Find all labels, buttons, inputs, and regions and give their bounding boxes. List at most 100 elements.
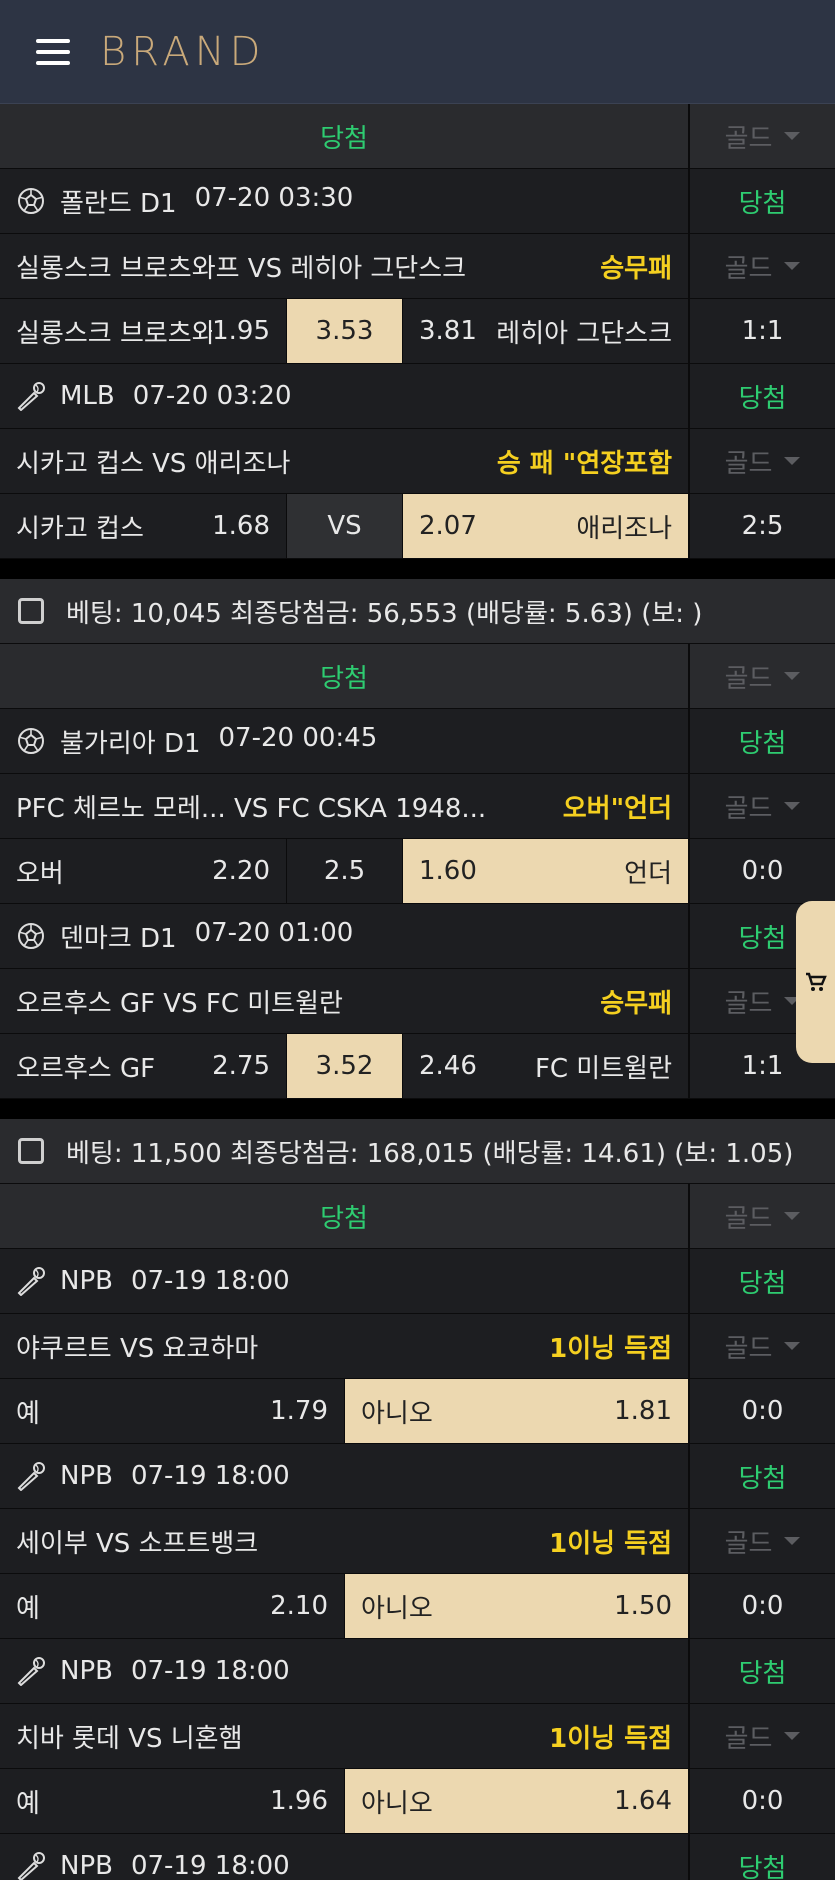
away-odds-cell[interactable]: 2.07 애리조나 bbox=[403, 494, 688, 558]
league-row: NPB 07-19 18:00 당첨 bbox=[0, 1639, 835, 1704]
no-odds-cell[interactable]: 아니오 1.50 bbox=[345, 1574, 688, 1638]
away-odds: 2.46 bbox=[419, 1051, 477, 1081]
match-row: 시카고 컵스 VS 애리조나 승 패 "연장포함 골드 bbox=[0, 429, 835, 494]
draw-odds-cell[interactable]: VS bbox=[287, 494, 403, 558]
result-row: 당첨 골드 bbox=[0, 1184, 835, 1249]
home-team: 시카고 컵스 bbox=[16, 513, 144, 544]
match-row: 야쿠르트 VS 요코하마 1이닝 득점 골드 bbox=[0, 1314, 835, 1379]
gold-dropdown[interactable]: 골드 bbox=[690, 234, 835, 298]
yes-label: 예 bbox=[16, 1398, 40, 1429]
result-row: 당첨 골드 bbox=[0, 644, 835, 709]
yes-odds-cell[interactable]: 예 1.96 bbox=[0, 1769, 345, 1833]
gold-dropdown[interactable]: 골드 bbox=[690, 1184, 835, 1248]
gold-dropdown[interactable]: 골드 bbox=[690, 1704, 835, 1768]
no-odds-cell[interactable]: 아니오 1.81 bbox=[345, 1379, 688, 1443]
top-bar: BRAND bbox=[0, 0, 835, 104]
home-odds-cell[interactable]: 오르후스 GF 2.75 bbox=[0, 1034, 287, 1098]
odds-cells: 오버 2.20 2.5 1.60 언더 bbox=[0, 839, 690, 903]
odds-row: 시카고 컵스 1.68 VS 2.07 애리조나 2:5 bbox=[0, 494, 835, 559]
group-separator bbox=[0, 1099, 835, 1119]
match-row: 치바 롯데 VS 니혼햄 1이닝 득점 골드 bbox=[0, 1704, 835, 1769]
gold-select[interactable]: 골드 bbox=[725, 1198, 801, 1235]
match-row: 오르후스 GF VS FC 미트윌란 승무패 골드 bbox=[0, 969, 835, 1034]
gold-dropdown[interactable]: 골드 bbox=[690, 644, 835, 708]
gold-select[interactable]: 골드 bbox=[725, 1328, 801, 1365]
away-odds-cell[interactable]: 1.60 언더 bbox=[403, 839, 688, 903]
match-title: 세이부 VS 소프트뱅크 bbox=[16, 1528, 259, 1559]
match-info: 오르후스 GF VS FC 미트윌란 승무패 bbox=[0, 969, 690, 1033]
status-badge: 당첨 bbox=[738, 1658, 787, 1689]
yes-odds-cell[interactable]: 예 1.79 bbox=[0, 1379, 345, 1443]
match-time: 07-20 01:00 bbox=[194, 917, 354, 948]
bet-summary-text: 베팅: 11,500 최종당첨금: 168,015 (배당률: 14.61) (… bbox=[66, 1138, 794, 1169]
gold-label: 골드 bbox=[724, 793, 773, 824]
home-team: 실롱스크 브로츠와프 bbox=[16, 318, 213, 349]
gold-label: 골드 bbox=[724, 988, 773, 1019]
brand-logo[interactable]: BRAND bbox=[100, 29, 265, 75]
league-row: 덴마크 D1 07-20 01:00 당첨 bbox=[0, 904, 835, 969]
gold-select[interactable]: 골드 bbox=[725, 1523, 801, 1560]
gold-dropdown[interactable]: 골드 bbox=[690, 1314, 835, 1378]
gold-select[interactable]: 골드 bbox=[725, 658, 801, 695]
league-text: NPB 07-19 18:00 bbox=[60, 1851, 290, 1880]
away-team: FC 미트윌란 bbox=[534, 1053, 672, 1084]
league-text: 불가리아 D1 07-20 00:45 bbox=[60, 723, 377, 760]
cart-button[interactable] bbox=[796, 901, 835, 1063]
away-odds-cell[interactable]: 3.81 레히아 그단스크 bbox=[403, 299, 688, 363]
yes-label: 예 bbox=[16, 1788, 40, 1819]
gold-select[interactable]: 골드 bbox=[725, 248, 801, 285]
home-odds-cell[interactable]: 오버 2.20 bbox=[0, 839, 287, 903]
bet-type: 승무패 bbox=[600, 253, 672, 284]
odds-row: 실롱스크 브로츠와프1.953.533.81레히아 그단스크1:1 bbox=[0, 299, 835, 364]
gold-label: 골드 bbox=[724, 1723, 773, 1754]
away-team: 언더 bbox=[624, 858, 672, 889]
no-odds: 1.64 bbox=[614, 1786, 672, 1816]
odds-cells: 실롱스크 브로츠와프1.953.533.81레히아 그단스크 bbox=[0, 299, 690, 363]
bet-type: 1이닝 득점 bbox=[549, 1528, 672, 1559]
result-status: 당첨 bbox=[0, 1184, 690, 1248]
gold-dropdown[interactable]: 골드 bbox=[690, 774, 835, 838]
yes-odds-cell[interactable]: 예 2.10 bbox=[0, 1574, 345, 1638]
home-odds: 1.68 bbox=[212, 511, 270, 541]
draw-odds-cell[interactable]: 2.5 bbox=[287, 839, 403, 903]
score: 0:0 bbox=[741, 1591, 784, 1621]
home-odds-cell[interactable]: 실롱스크 브로츠와프1.95 bbox=[0, 299, 287, 363]
gold-dropdown[interactable]: 골드 bbox=[690, 429, 835, 493]
hamburger-menu-icon[interactable] bbox=[36, 38, 70, 65]
gold-dropdown[interactable]: 골드 bbox=[690, 104, 835, 168]
select-checkbox[interactable] bbox=[18, 1138, 44, 1164]
bet-type: 승무패 bbox=[600, 988, 672, 1019]
odds-cells: 오르후스 GF 2.75 3.52 2.46 FC 미트윌란 bbox=[0, 1034, 690, 1098]
match-title: 실롱스크 브로츠와프 VS 레히아 그단스크 bbox=[16, 253, 467, 284]
draw-odds-cell[interactable]: 3.52 bbox=[287, 1034, 403, 1098]
home-odds-cell[interactable]: 시카고 컵스 1.68 bbox=[0, 494, 287, 558]
baseball-bat-icon bbox=[17, 382, 45, 411]
odds-cells: 예 1.96 아니오 1.64 bbox=[0, 1769, 690, 1833]
gold-select[interactable]: 골드 bbox=[725, 118, 801, 155]
gold-label: 골드 bbox=[724, 663, 773, 694]
away-odds-cell[interactable]: 2.46 FC 미트윌란 bbox=[403, 1034, 688, 1098]
select-checkbox[interactable] bbox=[18, 598, 44, 624]
draw-odds-cell[interactable]: 3.53 bbox=[287, 299, 403, 363]
league-row: NPB 07-19 18:00 당첨 bbox=[0, 1249, 835, 1314]
score: 0:0 bbox=[741, 856, 784, 886]
league-info: MLB 07-20 03:20 bbox=[0, 364, 690, 428]
gold-select[interactable]: 골드 bbox=[725, 983, 801, 1020]
gold-select[interactable]: 골드 bbox=[725, 788, 801, 825]
no-odds: 1.81 bbox=[614, 1396, 672, 1426]
league-name: 불가리아 D1 bbox=[60, 728, 201, 759]
gold-dropdown[interactable]: 골드 bbox=[690, 1509, 835, 1573]
score: 0:0 bbox=[741, 1786, 784, 1816]
gold-select[interactable]: 골드 bbox=[725, 1718, 801, 1755]
match-time: 07-19 18:00 bbox=[130, 1266, 290, 1296]
home-odds: 2.20 bbox=[212, 856, 270, 886]
no-odds-cell[interactable]: 아니오 1.64 bbox=[345, 1769, 688, 1833]
match-title: 오르후스 GF VS FC 미트윌란 bbox=[16, 988, 343, 1019]
baseball-bat-icon bbox=[17, 1852, 45, 1880]
yes-odds: 2.10 bbox=[270, 1591, 328, 1621]
league-name: MLB bbox=[60, 381, 115, 411]
status-badge: 당첨 bbox=[738, 1268, 787, 1299]
status-badge: 당첨 bbox=[738, 188, 787, 219]
league-name: NPB bbox=[60, 1461, 113, 1491]
gold-select[interactable]: 골드 bbox=[725, 443, 801, 480]
